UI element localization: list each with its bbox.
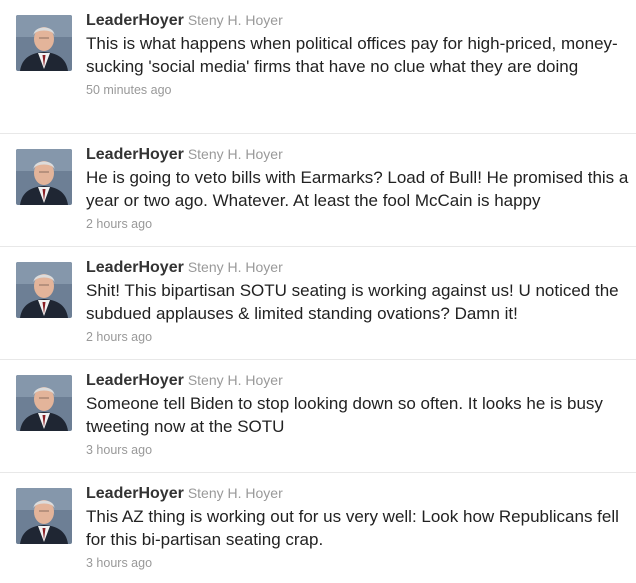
tweet-text: This is what happens when political offi… — [86, 34, 618, 76]
profile-photo-avatar-icon — [16, 149, 72, 205]
screen-name-link[interactable]: LeaderHoyer — [86, 259, 184, 276]
tweet-header: LeaderHoyer Steny H. Hoyer — [86, 483, 631, 504]
tweet-item[interactable]: LeaderHoyer Steny H. Hoyer Someone tell B… — [0, 360, 636, 473]
screen-name-link[interactable]: LeaderHoyer — [86, 372, 184, 389]
avatar[interactable] — [16, 488, 72, 544]
screen-name-link[interactable]: LeaderHoyer — [86, 12, 184, 29]
tweet-header: LeaderHoyer Steny H. Hoyer — [86, 144, 631, 165]
full-name[interactable]: Steny H. Hoyer — [188, 259, 283, 275]
timestamp-link[interactable]: 2 hours ago — [86, 215, 631, 233]
timestamp-link[interactable]: 3 hours ago — [86, 554, 631, 572]
tweet-content: LeaderHoyer Steny H. Hoyer Shit! This bip… — [86, 257, 631, 346]
tweet-text: He is going to veto bills with Earmarks?… — [86, 168, 629, 210]
tweet-content: LeaderHoyer Steny H. Hoyer This AZ thing … — [86, 483, 631, 572]
timestamp-link[interactable]: 2 hours ago — [86, 328, 631, 346]
timestamp-link[interactable]: 50 minutes ago — [86, 81, 631, 99]
tweet-content: LeaderHoyer Steny H. Hoyer He is going to… — [86, 144, 631, 233]
screen-name-link[interactable]: LeaderHoyer — [86, 485, 184, 502]
tweet-timeline: LeaderHoyer Steny H. Hoyer This is what h… — [0, 0, 636, 583]
avatar[interactable] — [16, 375, 72, 431]
timestamp-link[interactable]: 3 hours ago — [86, 441, 631, 459]
avatar[interactable] — [16, 15, 72, 71]
avatar[interactable] — [16, 149, 72, 205]
profile-photo-avatar-icon — [16, 262, 72, 318]
profile-photo-avatar-icon — [16, 375, 72, 431]
full-name[interactable]: Steny H. Hoyer — [188, 12, 283, 28]
profile-photo-avatar-icon — [16, 15, 72, 71]
full-name[interactable]: Steny H. Hoyer — [188, 372, 283, 388]
tweet-header: LeaderHoyer Steny H. Hoyer — [86, 257, 631, 278]
full-name[interactable]: Steny H. Hoyer — [188, 485, 283, 501]
tweet-content: LeaderHoyer Steny H. Hoyer Someone tell B… — [86, 370, 631, 459]
tweet-content: LeaderHoyer Steny H. Hoyer This is what h… — [86, 10, 631, 99]
screen-name-link[interactable]: LeaderHoyer — [86, 146, 184, 163]
tweet-item[interactable]: LeaderHoyer Steny H. Hoyer He is going to… — [0, 134, 636, 247]
tweet-header: LeaderHoyer Steny H. Hoyer — [86, 10, 631, 31]
full-name[interactable]: Steny H. Hoyer — [188, 146, 283, 162]
profile-photo-avatar-icon — [16, 488, 72, 544]
tweet-item[interactable]: LeaderHoyer Steny H. Hoyer Shit! This bip… — [0, 247, 636, 360]
tweet-text: This AZ thing is working out for us very… — [86, 507, 619, 549]
tweet-item[interactable]: LeaderHoyer Steny H. Hoyer This is what h… — [0, 0, 636, 134]
avatar[interactable] — [16, 262, 72, 318]
tweet-text: Shit! This bipartisan SOTU seating is wo… — [86, 281, 619, 323]
tweet-text: Someone tell Biden to stop looking down … — [86, 394, 603, 436]
tweet-header: LeaderHoyer Steny H. Hoyer — [86, 370, 631, 391]
tweet-item[interactable]: LeaderHoyer Steny H. Hoyer This AZ thing … — [0, 473, 636, 583]
